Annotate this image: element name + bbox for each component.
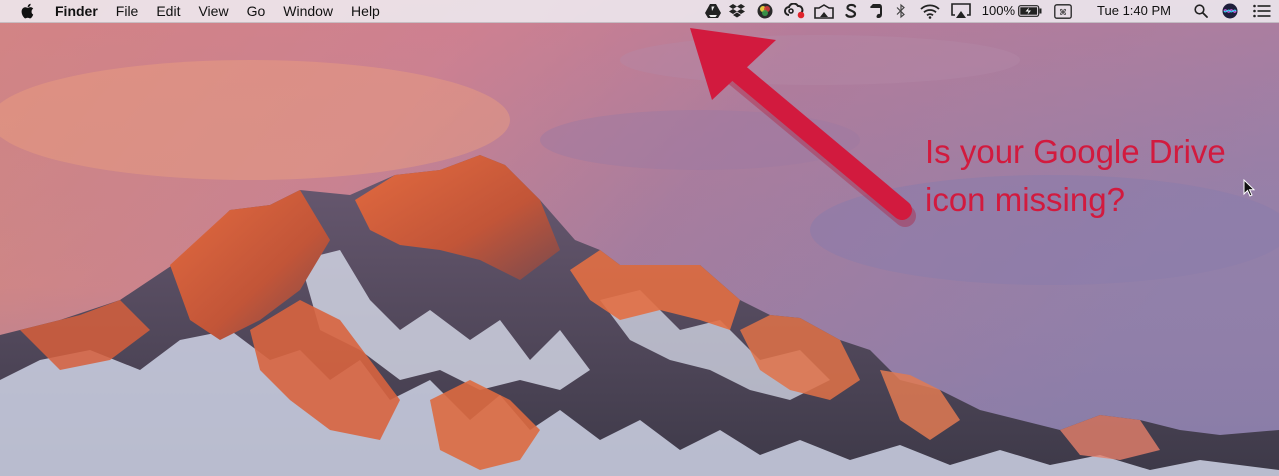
- screen-mirroring-icon[interactable]: [810, 0, 838, 22]
- menu-view[interactable]: View: [189, 0, 237, 22]
- dropbox-icon[interactable]: [724, 0, 750, 22]
- mouse-cursor-icon: [1243, 179, 1255, 197]
- notification-center-icon[interactable]: [1245, 0, 1279, 22]
- apple-menu-icon[interactable]: [17, 3, 39, 19]
- menu-file[interactable]: File: [107, 0, 148, 22]
- creative-cloud-icon[interactable]: [780, 0, 810, 22]
- bluetooth-icon[interactable]: [888, 0, 914, 22]
- spotlight-icon[interactable]: [1187, 0, 1215, 22]
- svg-text:⌘: ⌘: [1059, 8, 1067, 17]
- annotation-line-1: Is your Google Drive: [925, 133, 1226, 170]
- menu-help[interactable]: Help: [342, 0, 389, 22]
- battery-percent[interactable]: 100%: [976, 0, 1015, 22]
- siri-icon[interactable]: [1215, 0, 1245, 22]
- annotation-line-2: icon missing?: [925, 181, 1125, 218]
- menu-bar: Finder File Edit View Go Window Help 100…: [0, 0, 1279, 23]
- desktop-wallpaper: [0, 0, 1279, 476]
- keyboard-icon[interactable]: ⌘: [1045, 0, 1081, 22]
- menu-window[interactable]: Window: [274, 0, 342, 22]
- wifi-icon[interactable]: [914, 0, 946, 22]
- annotation-caption: Is your Google Drive icon missing?: [925, 128, 1255, 224]
- skype-icon[interactable]: [838, 0, 864, 22]
- colorsync-icon[interactable]: [750, 0, 780, 22]
- menu-app-name[interactable]: Finder: [46, 0, 107, 22]
- menu-go[interactable]: Go: [238, 0, 275, 22]
- google-drive-icon[interactable]: [702, 0, 724, 22]
- airplay-icon[interactable]: [946, 0, 976, 22]
- menu-edit[interactable]: Edit: [147, 0, 189, 22]
- battery-icon[interactable]: [1015, 0, 1045, 22]
- clock[interactable]: Tue 1:40 PM: [1081, 0, 1187, 22]
- evernote-icon[interactable]: [864, 0, 888, 22]
